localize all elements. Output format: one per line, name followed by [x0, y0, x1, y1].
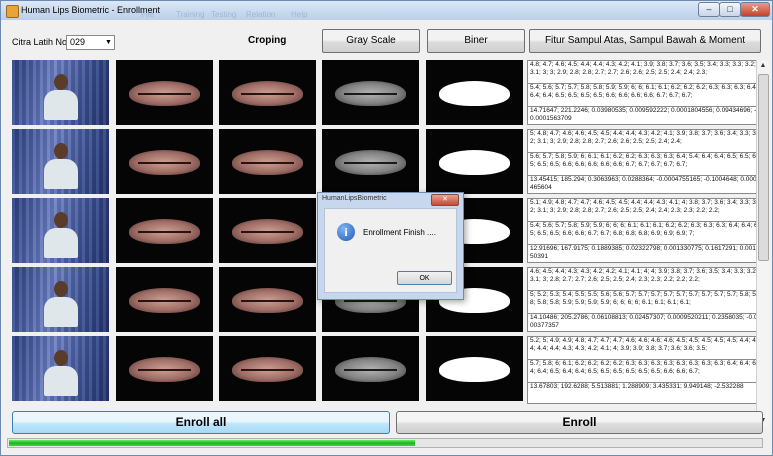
croping-header: Croping	[248, 35, 287, 46]
background-menu-item: File	[141, 10, 154, 19]
cropped-lips-image	[116, 267, 213, 332]
background-menu-item: Training	[176, 10, 205, 19]
vertical-scrollbar[interactable]: ▲ ▼	[756, 60, 769, 427]
background-menu-item: Help	[291, 10, 308, 19]
dialog-close-button[interactable]: ✕	[431, 194, 459, 206]
info-icon: i	[337, 223, 355, 241]
background-menu-item: Relation	[246, 10, 276, 19]
citra-latih-value: 029	[70, 37, 86, 47]
app-icon	[6, 5, 19, 18]
ok-button[interactable]: OK	[397, 271, 452, 285]
gray-scale-button[interactable]: Gray Scale	[322, 29, 420, 53]
enrollment-progress-bar	[7, 438, 763, 448]
citra-latih-select[interactable]: 029 ▼	[66, 35, 115, 50]
chevron-down-icon[interactable]: ▼	[104, 37, 113, 48]
dialog-title: HumanLipsBiometric	[322, 195, 387, 202]
cropped-lips-image	[219, 60, 316, 125]
minimize-button[interactable]: –	[698, 2, 720, 17]
training-photo	[12, 336, 109, 401]
moment-text[interactable]: 14.71647; 221.2246; 0.03980535; 0.009592…	[527, 106, 764, 125]
title-bar[interactable]: Human Lips Biometric - Enrollment File T…	[1, 1, 772, 20]
binary-lips-image	[426, 129, 523, 194]
citra-latih-label: Citra Latih No	[12, 37, 68, 47]
scroll-up-icon[interactable]: ▲	[757, 60, 769, 72]
cropped-lips-image	[116, 129, 213, 194]
moment-text[interactable]: 14.10486; 205.2786; 0.06108813; 0.024573…	[527, 313, 764, 332]
training-photo	[12, 267, 109, 332]
cropped-lips-image	[219, 267, 316, 332]
enroll-all-button[interactable]: Enroll all	[12, 411, 390, 434]
cropped-lips-image	[116, 336, 213, 401]
binary-lips-image	[426, 60, 523, 125]
cropped-lips-image	[116, 60, 213, 125]
training-photo	[12, 129, 109, 194]
grayscale-lips-image	[322, 129, 419, 194]
window-title: Human Lips Biometric - Enrollment	[21, 5, 161, 15]
fitur-button[interactable]: Fitur Sampul Atas, Sampul Bawah & Moment	[529, 29, 761, 53]
moment-text[interactable]: 13.67803; 192.6288; 5.513881; 1.288909; …	[527, 382, 764, 404]
cropped-lips-image	[219, 129, 316, 194]
progress-fill	[9, 440, 415, 446]
cropped-lips-image	[219, 336, 316, 401]
biner-button[interactable]: Biner	[427, 29, 525, 53]
enrollment-window: Human Lips Biometric - Enrollment File T…	[0, 0, 773, 456]
enroll-button[interactable]: Enroll	[396, 411, 763, 434]
training-photo	[12, 198, 109, 263]
dialog-body: i Enrollment Finish .... OK	[324, 208, 457, 293]
message-dialog: HumanLipsBiometric ✕ i Enrollment Finish…	[317, 192, 464, 300]
cropped-lips-image	[116, 198, 213, 263]
grayscale-lips-image	[322, 336, 419, 401]
moment-text[interactable]: 12.91696; 167.9175; 0.1889385; 0.0232279…	[527, 244, 764, 263]
cropped-lips-image	[219, 198, 316, 263]
grayscale-lips-image	[322, 60, 419, 125]
moment-text[interactable]: 13.45415; 185.294; 0.3063963; 0.0288364;…	[527, 175, 764, 194]
scroll-thumb[interactable]	[758, 74, 769, 261]
close-button[interactable]: ✕	[740, 2, 770, 17]
binary-lips-image	[426, 336, 523, 401]
maximize-button[interactable]: □	[719, 2, 741, 17]
dialog-message: Enrollment Finish ....	[363, 228, 436, 237]
background-menu-item: Testing	[211, 10, 237, 19]
training-photo	[12, 60, 109, 125]
